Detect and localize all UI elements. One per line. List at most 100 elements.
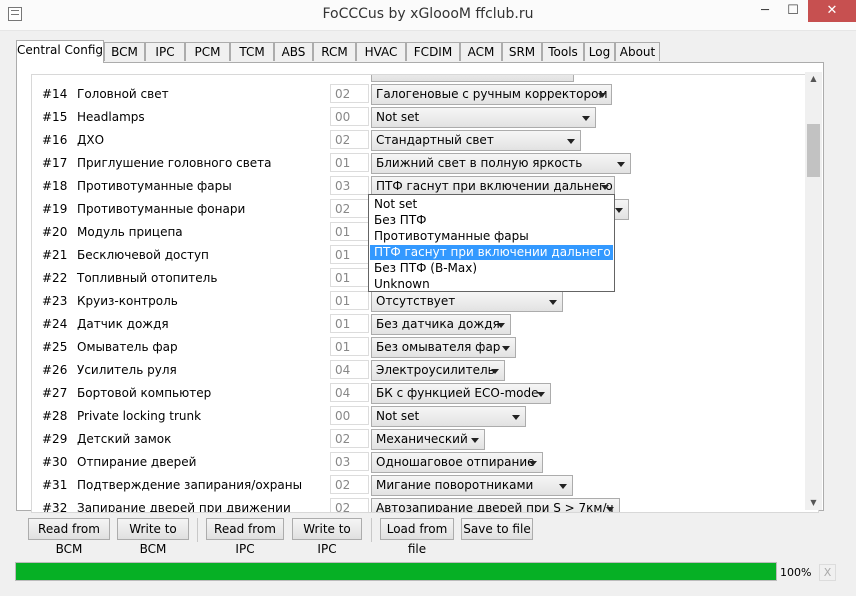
maximize-button[interactable]: ☐ — [779, 0, 807, 22]
tab-srm[interactable]: SRM — [502, 42, 542, 61]
row-label: Датчик дождя — [77, 317, 169, 331]
value-combo[interactable]: Мигание поворотниками — [371, 475, 573, 496]
value-combo[interactable]: Стандартный свет — [371, 130, 581, 151]
write-to-ipc-button[interactable]: Write to IPC — [292, 518, 362, 556]
row-number: #16 — [42, 133, 68, 147]
config-row: #24 Датчик дождя 01 Без датчика дождя — [32, 313, 818, 336]
tab-central-config[interactable]: Central Config — [16, 40, 104, 63]
row-number: #15 — [42, 110, 68, 124]
code-field[interactable]: 02 — [330, 130, 369, 149]
tab-hvac[interactable]: HVAC — [356, 42, 406, 61]
dropdown-option[interactable]: Без ПТФ (B-Max) — [370, 261, 613, 276]
tab-fcdim[interactable]: FCDIM — [406, 42, 460, 61]
value-combo[interactable]: Not set — [371, 406, 526, 427]
dropdown-option[interactable]: Противотуманные фары — [370, 229, 613, 244]
chevron-down-icon — [582, 116, 590, 121]
row-number: #22 — [42, 271, 68, 285]
load-from-file-button[interactable]: Load from file — [380, 518, 454, 556]
code-field[interactable]: 01 — [330, 314, 369, 333]
cancel-progress-button[interactable]: X — [819, 564, 836, 581]
row-number: #26 — [42, 363, 68, 377]
scroll-up-icon[interactable]: ▲ — [805, 72, 822, 86]
tab-tcm[interactable]: TCM — [230, 42, 274, 61]
value-combo[interactable]: Электроусилитель — [371, 360, 505, 381]
save-to-file-button[interactable]: Save to file — [461, 518, 533, 540]
code-field[interactable]: 03 — [330, 452, 369, 471]
combo-value: Механический — [376, 432, 468, 446]
row-label: Отпирание дверей — [77, 455, 197, 469]
dropdown-option[interactable]: ПТФ гаснут при включении дальнего — [370, 245, 613, 260]
tab-acm[interactable]: ACM — [460, 42, 502, 61]
code-field[interactable]: 02 — [330, 429, 369, 448]
code-field[interactable]: 01 — [330, 268, 369, 287]
value-combo[interactable]: Not set — [371, 107, 596, 128]
tab-ipc[interactable]: IPC — [145, 42, 185, 61]
code-field[interactable]: 01 — [330, 245, 369, 264]
row-number: #32 — [42, 501, 68, 513]
value-combo[interactable]: Автозапирание дверей при S > 7км/ч — [371, 498, 620, 512]
row-label: Топливный отопитель — [77, 271, 218, 285]
tab-pcm[interactable]: PCM — [185, 42, 230, 61]
chevron-down-icon — [537, 392, 545, 397]
combo-value: Одношаговое отпирание — [376, 455, 535, 469]
value-combo[interactable]: Механический — [371, 429, 485, 450]
config-row: #30 Отпирание дверей 03 Одношаговое отпиран… — [32, 451, 818, 474]
code-field[interactable]: 01 — [330, 337, 369, 356]
chevron-down-icon — [598, 93, 606, 98]
read-from-ipc-button[interactable]: Read from IPC — [206, 518, 284, 556]
row-label: Головной свет — [77, 87, 169, 101]
code-field[interactable]: 02 — [330, 199, 369, 218]
config-row: #32 Запирание дверей при движении 02 Автоза… — [32, 497, 818, 513]
dropdown-option[interactable]: Not set — [370, 197, 613, 212]
tab-about[interactable]: About — [615, 42, 660, 61]
row-label: ДХО — [77, 133, 105, 147]
dropdown-option[interactable]: Без ПТФ — [370, 213, 613, 228]
config-row: #14 Головной свет 02 Галогеновые с ручным к… — [32, 83, 818, 106]
write-to-bcm-button[interactable]: Write to BCM — [117, 518, 189, 556]
row-label: Запирание дверей при движении — [77, 501, 291, 513]
code-field[interactable]: 01 — [330, 222, 369, 241]
value-combo[interactable]: БК с функцией ECO-mode — [371, 383, 551, 404]
code-field[interactable]: 04 — [330, 383, 369, 402]
value-combo[interactable]: Без омывателя фар — [371, 337, 516, 358]
code-field[interactable]: 01 — [330, 291, 369, 310]
dropdown-option[interactable]: Unknown — [370, 277, 613, 292]
config-row: #31 Подтверждение запирания/охраны 02 Миган… — [32, 474, 818, 497]
value-combo[interactable]: Галогеновые с ручным корректором — [371, 84, 612, 105]
tab-tools[interactable]: Tools — [542, 42, 584, 61]
code-field[interactable]: 01 — [330, 153, 369, 172]
chevron-down-icon — [559, 484, 567, 489]
close-button[interactable]: ✕ — [808, 0, 856, 22]
combo-value: ПТФ гаснут при включении дальнего — [376, 179, 613, 193]
code-field[interactable]: 00 — [330, 107, 369, 126]
tab-log[interactable]: Log — [584, 42, 615, 61]
row-number: #27 — [42, 386, 68, 400]
code-field[interactable]: 00 — [330, 406, 369, 425]
value-combo[interactable]: Отсутствует — [371, 291, 563, 312]
tab-rcm[interactable]: RCM — [313, 42, 356, 61]
scroll-down-icon[interactable]: ▼ — [805, 496, 822, 510]
code-field[interactable]: 02 — [330, 498, 369, 512]
scrollbar-thumb[interactable] — [807, 124, 820, 177]
combo-value: Ближний свет в полную яркость — [376, 156, 583, 170]
code-field[interactable]: 04 — [330, 360, 369, 379]
value-combo[interactable]: Ближний свет в полную яркость — [371, 153, 631, 174]
row-label: Приглушение головного света — [77, 156, 272, 170]
combo-value: Без датчика дождя — [376, 317, 500, 331]
value-combo[interactable]: Без датчика дождя — [371, 314, 511, 335]
chevron-down-icon — [549, 300, 557, 305]
vertical-scrollbar[interactable]: ▲ ▼ — [805, 72, 822, 510]
chevron-down-icon — [497, 323, 505, 328]
value-combo[interactable] — [371, 75, 574, 82]
tab-abs[interactable]: ABS — [274, 42, 313, 61]
read-from-bcm-button[interactable]: Read from BCM — [28, 518, 110, 556]
code-field[interactable]: 02 — [330, 84, 369, 103]
minimize-button[interactable]: ─ — [751, 0, 779, 22]
code-field[interactable]: 02 — [330, 475, 369, 494]
chevron-down-icon — [491, 369, 499, 374]
code-field[interactable]: 03 — [330, 176, 369, 195]
tab-bcm[interactable]: BCM — [104, 42, 145, 61]
value-combo[interactable]: Одношаговое отпирание — [371, 452, 543, 473]
chevron-down-icon — [471, 438, 479, 443]
row-label: Круиз-контроль — [77, 294, 178, 308]
